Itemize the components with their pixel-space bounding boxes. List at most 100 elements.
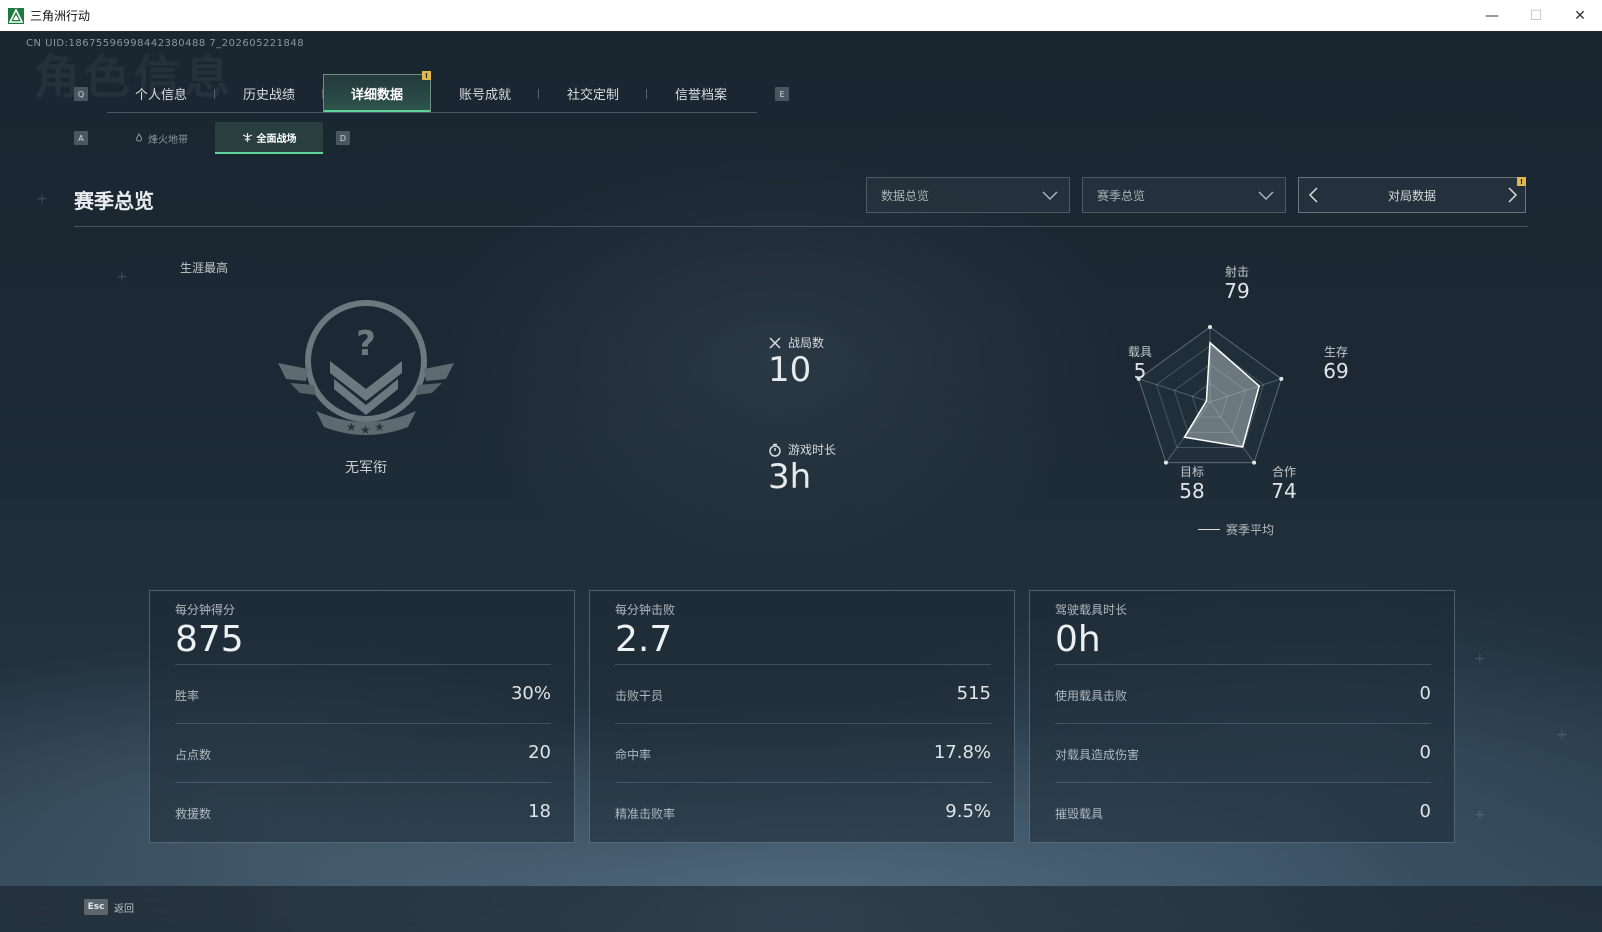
main-tabs: 个人信息 历史战绩 详细数据 ! 账号成就 社交定制 信誉档案 bbox=[107, 71, 757, 113]
chevron-down-icon bbox=[1042, 191, 1058, 201]
tab-label: 历史战绩 bbox=[242, 87, 295, 103]
maximize-button[interactable]: ☐ bbox=[1514, 0, 1558, 31]
panel-row: 占点数 20 bbox=[175, 723, 551, 783]
back-label: 返回 bbox=[114, 903, 134, 915]
tab-prev-key[interactable]: Q bbox=[74, 87, 88, 101]
radar-label-vehicle: 载具 bbox=[1127, 345, 1152, 359]
window-title: 三角洲行动 bbox=[30, 9, 91, 23]
radar-vertex bbox=[1279, 376, 1284, 381]
panel-row: 对载具造成伤害 0 bbox=[1055, 723, 1431, 783]
radar-value-survival: 69 bbox=[1323, 359, 1349, 383]
score-panel: 每分钟得分 875 胜率 30% 占点数 20 救援数 18 bbox=[149, 590, 575, 843]
radar-vertex bbox=[1208, 325, 1212, 329]
row-value: 0 bbox=[1419, 742, 1431, 763]
tab-match-history[interactable]: 历史战绩 bbox=[215, 74, 323, 112]
pager-label: 对局数据 bbox=[1387, 188, 1436, 203]
match-data-pager[interactable]: 对局数据 ! bbox=[1298, 177, 1526, 213]
game-viewport: 角色信息 CN UID:18675596998442380488 7_20260… bbox=[0, 31, 1602, 932]
radar-value-objective: 58 bbox=[1179, 479, 1205, 503]
panel-row: 命中率 17.8% bbox=[615, 723, 991, 783]
career-best-label: 生涯最高 bbox=[180, 261, 229, 275]
chevron-left-icon[interactable] bbox=[1307, 186, 1321, 204]
radar-label-shooting: 射击 bbox=[1224, 265, 1249, 279]
notification-badge: ! bbox=[422, 71, 431, 80]
decor-cross: + bbox=[1474, 807, 1486, 823]
esc-key: Esc bbox=[84, 899, 108, 915]
data-overview-dropdown[interactable]: 数据总览 bbox=[866, 177, 1070, 213]
row-label: 胜率 bbox=[175, 689, 200, 703]
battlefield-icon bbox=[242, 132, 252, 142]
radar-label-objective: 目标 bbox=[1179, 465, 1204, 479]
tab-label: 社交定制 bbox=[566, 87, 619, 103]
tab-detailed-data[interactable]: 详细数据 ! bbox=[323, 71, 431, 112]
panel-row: 精准击败率 9.5% bbox=[615, 782, 991, 842]
legend-line bbox=[1198, 529, 1220, 530]
close-button[interactable]: ✕ bbox=[1558, 0, 1602, 31]
radar-label-survival: 生存 bbox=[1323, 345, 1348, 359]
subtab-full-battlefield[interactable]: 全面战场 bbox=[215, 122, 323, 154]
radar-legend: 赛季平均 bbox=[1198, 521, 1274, 538]
tab-personal-info[interactable]: 个人信息 bbox=[107, 74, 215, 112]
svg-text:★: ★ bbox=[374, 420, 385, 434]
decor-cross: + bbox=[1556, 727, 1568, 743]
subtab-label: 全面战场 bbox=[256, 133, 297, 145]
timer-icon bbox=[769, 443, 781, 457]
row-label: 命中率 bbox=[615, 748, 652, 762]
subtab-flame-zone[interactable]: 烽火地带 bbox=[107, 122, 215, 154]
tab-reputation[interactable]: 信誉档案 bbox=[647, 74, 755, 112]
svg-text:?: ? bbox=[356, 324, 376, 364]
panel-value: 0h bbox=[1055, 619, 1101, 660]
back-button[interactable]: Esc 返回 bbox=[84, 899, 134, 915]
row-value: 515 bbox=[956, 683, 991, 704]
svg-text:★: ★ bbox=[346, 420, 357, 434]
bottom-bar bbox=[0, 886, 1602, 932]
rank-emblem-icon: ? ★ ★ ★ bbox=[278, 300, 454, 437]
vehicle-panel: 驾驶载具时长 0h 使用载具击败 0 对载具造成伤害 0 摧毁载具 0 bbox=[1029, 590, 1455, 843]
row-label: 对载具造成伤害 bbox=[1055, 748, 1140, 762]
playtime-label-text: 游戏时长 bbox=[788, 443, 837, 457]
tab-next-key[interactable]: E bbox=[775, 87, 789, 101]
subtab-prev-key[interactable]: A bbox=[74, 131, 88, 145]
matches-label: 战局数 bbox=[768, 334, 824, 351]
row-value: 9.5% bbox=[945, 801, 991, 822]
panel-row: 胜率 30% bbox=[175, 664, 551, 724]
rank-name: 无军衔 bbox=[345, 460, 387, 476]
tab-label: 个人信息 bbox=[134, 87, 187, 103]
row-label: 精准击败率 bbox=[615, 807, 676, 821]
panel-title: 每分钟得分 bbox=[175, 603, 236, 617]
panel-row: 救援数 18 bbox=[175, 782, 551, 842]
panel-row: 击败干员 515 bbox=[615, 664, 991, 724]
subtab-label: 烽火地带 bbox=[148, 134, 188, 146]
decor-cross: + bbox=[1474, 651, 1486, 667]
minimize-button[interactable]: — bbox=[1470, 0, 1514, 31]
page-title: 赛季总览 bbox=[74, 189, 154, 213]
row-label: 占点数 bbox=[175, 748, 212, 762]
svg-text:★: ★ bbox=[360, 423, 371, 437]
row-value: 0 bbox=[1419, 801, 1431, 822]
decor-cross: + bbox=[36, 191, 48, 207]
matches-label-text: 战局数 bbox=[788, 336, 825, 350]
row-label: 救援数 bbox=[175, 807, 212, 821]
legend-label: 赛季平均 bbox=[1226, 523, 1275, 537]
decor-cross: + bbox=[116, 269, 128, 285]
subtab-next-key[interactable]: D bbox=[336, 131, 350, 145]
tab-social-custom[interactable]: 社交定制 bbox=[539, 74, 647, 112]
matches-value: 10 bbox=[768, 350, 812, 390]
row-label: 摧毁载具 bbox=[1055, 807, 1104, 821]
row-value: 30% bbox=[510, 683, 551, 704]
radar-vertex bbox=[1252, 460, 1257, 465]
window-titlebar: 三角洲行动 — ☐ ✕ bbox=[0, 0, 1602, 32]
section-divider bbox=[74, 226, 1528, 227]
radar-vertex bbox=[1163, 460, 1168, 465]
crossed-swords-icon bbox=[769, 336, 781, 349]
tab-achievements[interactable]: 账号成就 bbox=[431, 74, 539, 112]
radar-value-shooting: 79 bbox=[1224, 279, 1250, 303]
chevron-right-icon[interactable] bbox=[1505, 186, 1519, 204]
tab-label: 账号成就 bbox=[458, 87, 511, 103]
row-value: 17.8% bbox=[933, 742, 991, 763]
season-dropdown[interactable]: 赛季总览 bbox=[1082, 177, 1286, 213]
kills-panel: 每分钟击败 2.7 击败干员 515 命中率 17.8% 精准击败率 9.5% bbox=[589, 590, 1015, 843]
dropdown-value: 赛季总览 bbox=[1097, 188, 1146, 203]
tab-label: 信誉档案 bbox=[674, 87, 727, 103]
panel-value: 875 bbox=[175, 619, 244, 660]
